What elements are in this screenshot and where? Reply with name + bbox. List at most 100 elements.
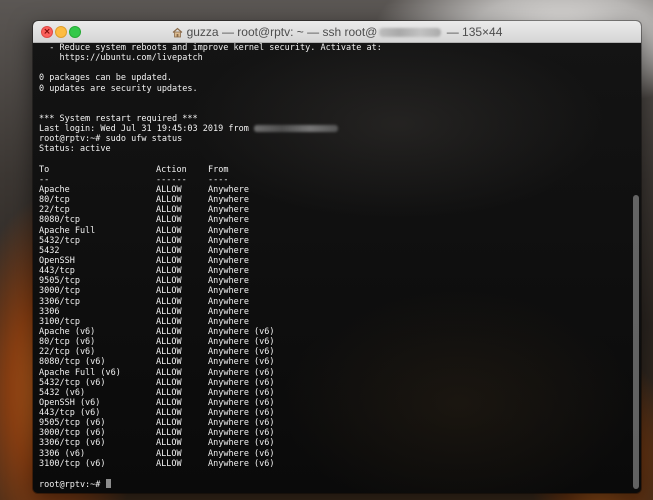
table-row: 3306/tcp (v6) ALLOW Anywhere (v6): [39, 438, 627, 448]
rule-action: ALLOW: [156, 458, 182, 469]
table-row: 80/tcp (v6) ALLOW Anywhere (v6): [39, 337, 627, 347]
rule-from: Anywhere: [208, 195, 249, 206]
rule-to: OpenSSH: [39, 255, 75, 266]
motd-line: https://ubuntu.com/livepatch: [39, 53, 203, 64]
rule-from: Anywhere: [208, 276, 249, 287]
rule-to: Apache (v6): [39, 326, 96, 337]
rule-action: ALLOW: [156, 448, 182, 459]
redacted-ip: [253, 125, 338, 133]
rule-to: 80/tcp: [39, 195, 70, 206]
table-row: 443/tcp (v6) ALLOW Anywhere (v6): [39, 408, 627, 418]
table-row: 5432/tcp (v6) ALLOW Anywhere (v6): [39, 378, 627, 388]
table-row: Apache Full (v6) ALLOW Anywhere (v6): [39, 368, 627, 378]
table-row: 9505/tcp (v6) ALLOW Anywhere (v6): [39, 418, 627, 428]
rule-from: Anywhere (v6): [208, 418, 275, 429]
rule-to: 3306: [39, 306, 60, 317]
rule-action: ALLOW: [156, 357, 182, 368]
header-action: Action: [156, 164, 187, 175]
rule-to: Apache Full (v6): [39, 367, 121, 378]
rule-action: ALLOW: [156, 266, 182, 277]
table-row: 3306 ALLOW Anywhere: [39, 307, 627, 317]
rule-action: ALLOW: [156, 438, 182, 449]
command-line: root@rptv:~# sudo ufw status: [39, 134, 183, 145]
table-row: 3306 (v6) ALLOW Anywhere (v6): [39, 449, 627, 459]
rule-from: Anywhere: [208, 255, 249, 266]
rule-from: Anywhere (v6): [208, 397, 275, 408]
rule-action: ALLOW: [156, 397, 182, 408]
rule-action: ALLOW: [156, 337, 182, 348]
table-row: 8080/tcp (v6) ALLOW Anywhere (v6): [39, 357, 627, 367]
prompt-line[interactable]: root@rptv:~#: [39, 479, 627, 490]
separator-from: ----: [208, 174, 229, 185]
rule-action: ALLOW: [156, 205, 182, 216]
rule-to: 8080/tcp: [39, 215, 80, 226]
status-line: Status: active: [39, 144, 111, 155]
rule-from: Anywhere (v6): [208, 387, 275, 398]
separator-to: --: [39, 174, 50, 185]
table-row: OpenSSH (v6) ALLOW Anywhere (v6): [39, 398, 627, 408]
rule-action: ALLOW: [156, 377, 182, 388]
title-size: — 135×44: [443, 25, 503, 39]
rule-action: ALLOW: [156, 255, 182, 266]
motd-line: - Reduce system reboots and improve kern…: [39, 43, 382, 53]
table-row: Apache Full ALLOW Anywhere: [39, 226, 627, 236]
rule-to: Apache Full: [39, 225, 96, 236]
table-row: 3100/tcp ALLOW Anywhere: [39, 317, 627, 327]
rule-from: Anywhere (v6): [208, 408, 275, 419]
header-from: From: [208, 164, 229, 175]
rule-to: 80/tcp (v6): [39, 337, 96, 348]
redacted-host: [379, 28, 442, 38]
rule-action: ALLOW: [156, 184, 182, 195]
rule-to: 443/tcp (v6): [39, 408, 101, 419]
rule-from: Anywhere (v6): [208, 448, 275, 459]
rule-to: Apache: [39, 184, 70, 195]
rule-action: ALLOW: [156, 195, 182, 206]
rule-from: Anywhere: [208, 205, 249, 216]
rule-from: Anywhere: [208, 286, 249, 297]
terminal-scrollbar[interactable]: [633, 195, 639, 489]
rule-action: ALLOW: [156, 286, 182, 297]
motd-line: 0 packages can be updated.: [39, 73, 173, 84]
rule-from: Anywhere: [208, 225, 249, 236]
rule-to: 3306/tcp (v6): [39, 438, 106, 449]
rule-to: 3000/tcp (v6): [39, 428, 106, 439]
table-row: 3100/tcp (v6) ALLOW Anywhere (v6): [39, 459, 627, 469]
ufw-rules-table: Apache ALLOW Anywhere 80/tcp ALLOW Anywhere 22…: [39, 185, 627, 469]
rule-action: ALLOW: [156, 408, 182, 419]
rule-from: Anywhere (v6): [208, 428, 275, 439]
rule-to: 22/tcp: [39, 205, 70, 216]
rule-action: ALLOW: [156, 296, 182, 307]
motd-line: *** System restart required ***: [39, 113, 198, 124]
table-row: 22/tcp ALLOW Anywhere: [39, 205, 627, 215]
rule-to: 22/tcp (v6): [39, 347, 96, 358]
rule-action: ALLOW: [156, 347, 182, 358]
rule-from: Anywhere (v6): [208, 377, 275, 388]
rule-action: ALLOW: [156, 215, 182, 226]
title-session: — root@rptv: ~ — ssh root@: [218, 25, 378, 39]
rule-action: ALLOW: [156, 276, 182, 287]
table-row: 443/tcp ALLOW Anywhere: [39, 266, 627, 276]
terminal-window[interactable]: × guzza — root@rptv: ~ — ssh root@ — 135…: [33, 21, 641, 493]
rule-to: 3000/tcp: [39, 286, 80, 297]
rule-to: 3100/tcp (v6): [39, 458, 106, 469]
rule-action: ALLOW: [156, 245, 182, 256]
rule-to: 5432/tcp (v6): [39, 377, 106, 388]
table-separator-row: -- ------ ----: [39, 175, 627, 185]
header-to: To: [39, 164, 50, 175]
rule-action: ALLOW: [156, 387, 182, 398]
terminal-output[interactable]: - Reduce system reboots and improve kern…: [39, 43, 627, 493]
rule-to: 5432 (v6): [39, 387, 86, 398]
table-row: Apache (v6) ALLOW Anywhere (v6): [39, 327, 627, 337]
table-row: 5432 ALLOW Anywhere: [39, 246, 627, 256]
table-row: 80/tcp ALLOW Anywhere: [39, 195, 627, 205]
rule-from: Anywhere (v6): [208, 337, 275, 348]
table-row: 5432 (v6) ALLOW Anywhere (v6): [39, 388, 627, 398]
rule-action: ALLOW: [156, 367, 182, 378]
terminal-content[interactable]: - Reduce system reboots and improve kern…: [33, 43, 641, 493]
rule-to: 9505/tcp (v6): [39, 418, 106, 429]
window-titlebar[interactable]: × guzza — root@rptv: ~ — ssh root@ — 135…: [33, 21, 641, 43]
rule-from: Anywhere: [208, 296, 249, 307]
rule-action: ALLOW: [156, 316, 182, 327]
